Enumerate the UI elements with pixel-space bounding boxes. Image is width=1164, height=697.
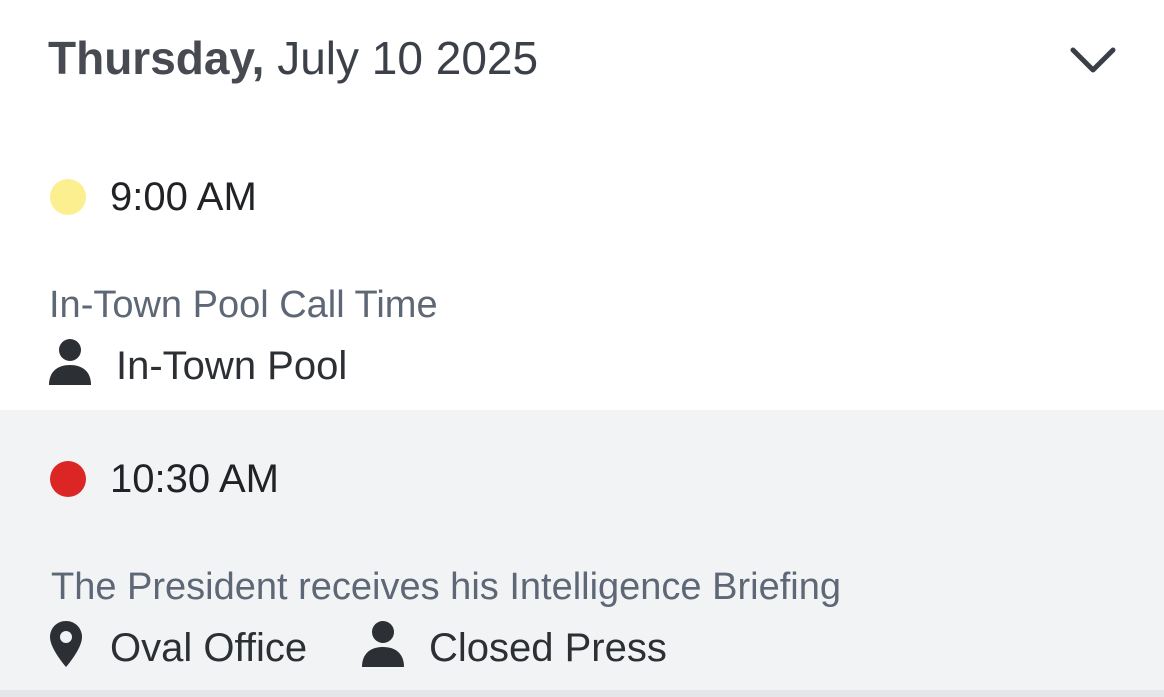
event-card[interactable]: 9:00 AM In-Town Pool Call Time In-Town P…	[0, 118, 1164, 410]
status-dot	[50, 461, 86, 497]
schedule-page: Thursday, July 10 2025 9:00 AM In-Town P…	[0, 0, 1164, 697]
event-title: The President receives his Intelligence …	[51, 566, 841, 608]
day-date: July 10 2025	[277, 32, 539, 84]
coverage-label: Closed Press	[429, 626, 667, 670]
event-time: 10:30 AM	[110, 457, 280, 501]
event-title: In-Town Pool Call Time	[49, 284, 438, 326]
event-card[interactable]: 10:30 AM The President receives his Inte…	[0, 410, 1164, 690]
chevron-down-icon[interactable]	[1066, 38, 1120, 82]
event-time: 9:00 AM	[110, 175, 257, 219]
map-pin-icon	[49, 620, 83, 673]
divider	[0, 690, 1164, 697]
day-title: Thursday, July 10 2025	[48, 30, 538, 86]
day-header[interactable]: Thursday, July 10 2025	[0, 0, 1164, 118]
person-icon	[361, 620, 405, 673]
day-weekday: Thursday,	[48, 32, 265, 84]
person-icon	[48, 338, 92, 391]
coverage-label: In-Town Pool	[116, 344, 348, 388]
status-dot	[50, 179, 86, 215]
location-label: Oval Office	[110, 626, 308, 670]
